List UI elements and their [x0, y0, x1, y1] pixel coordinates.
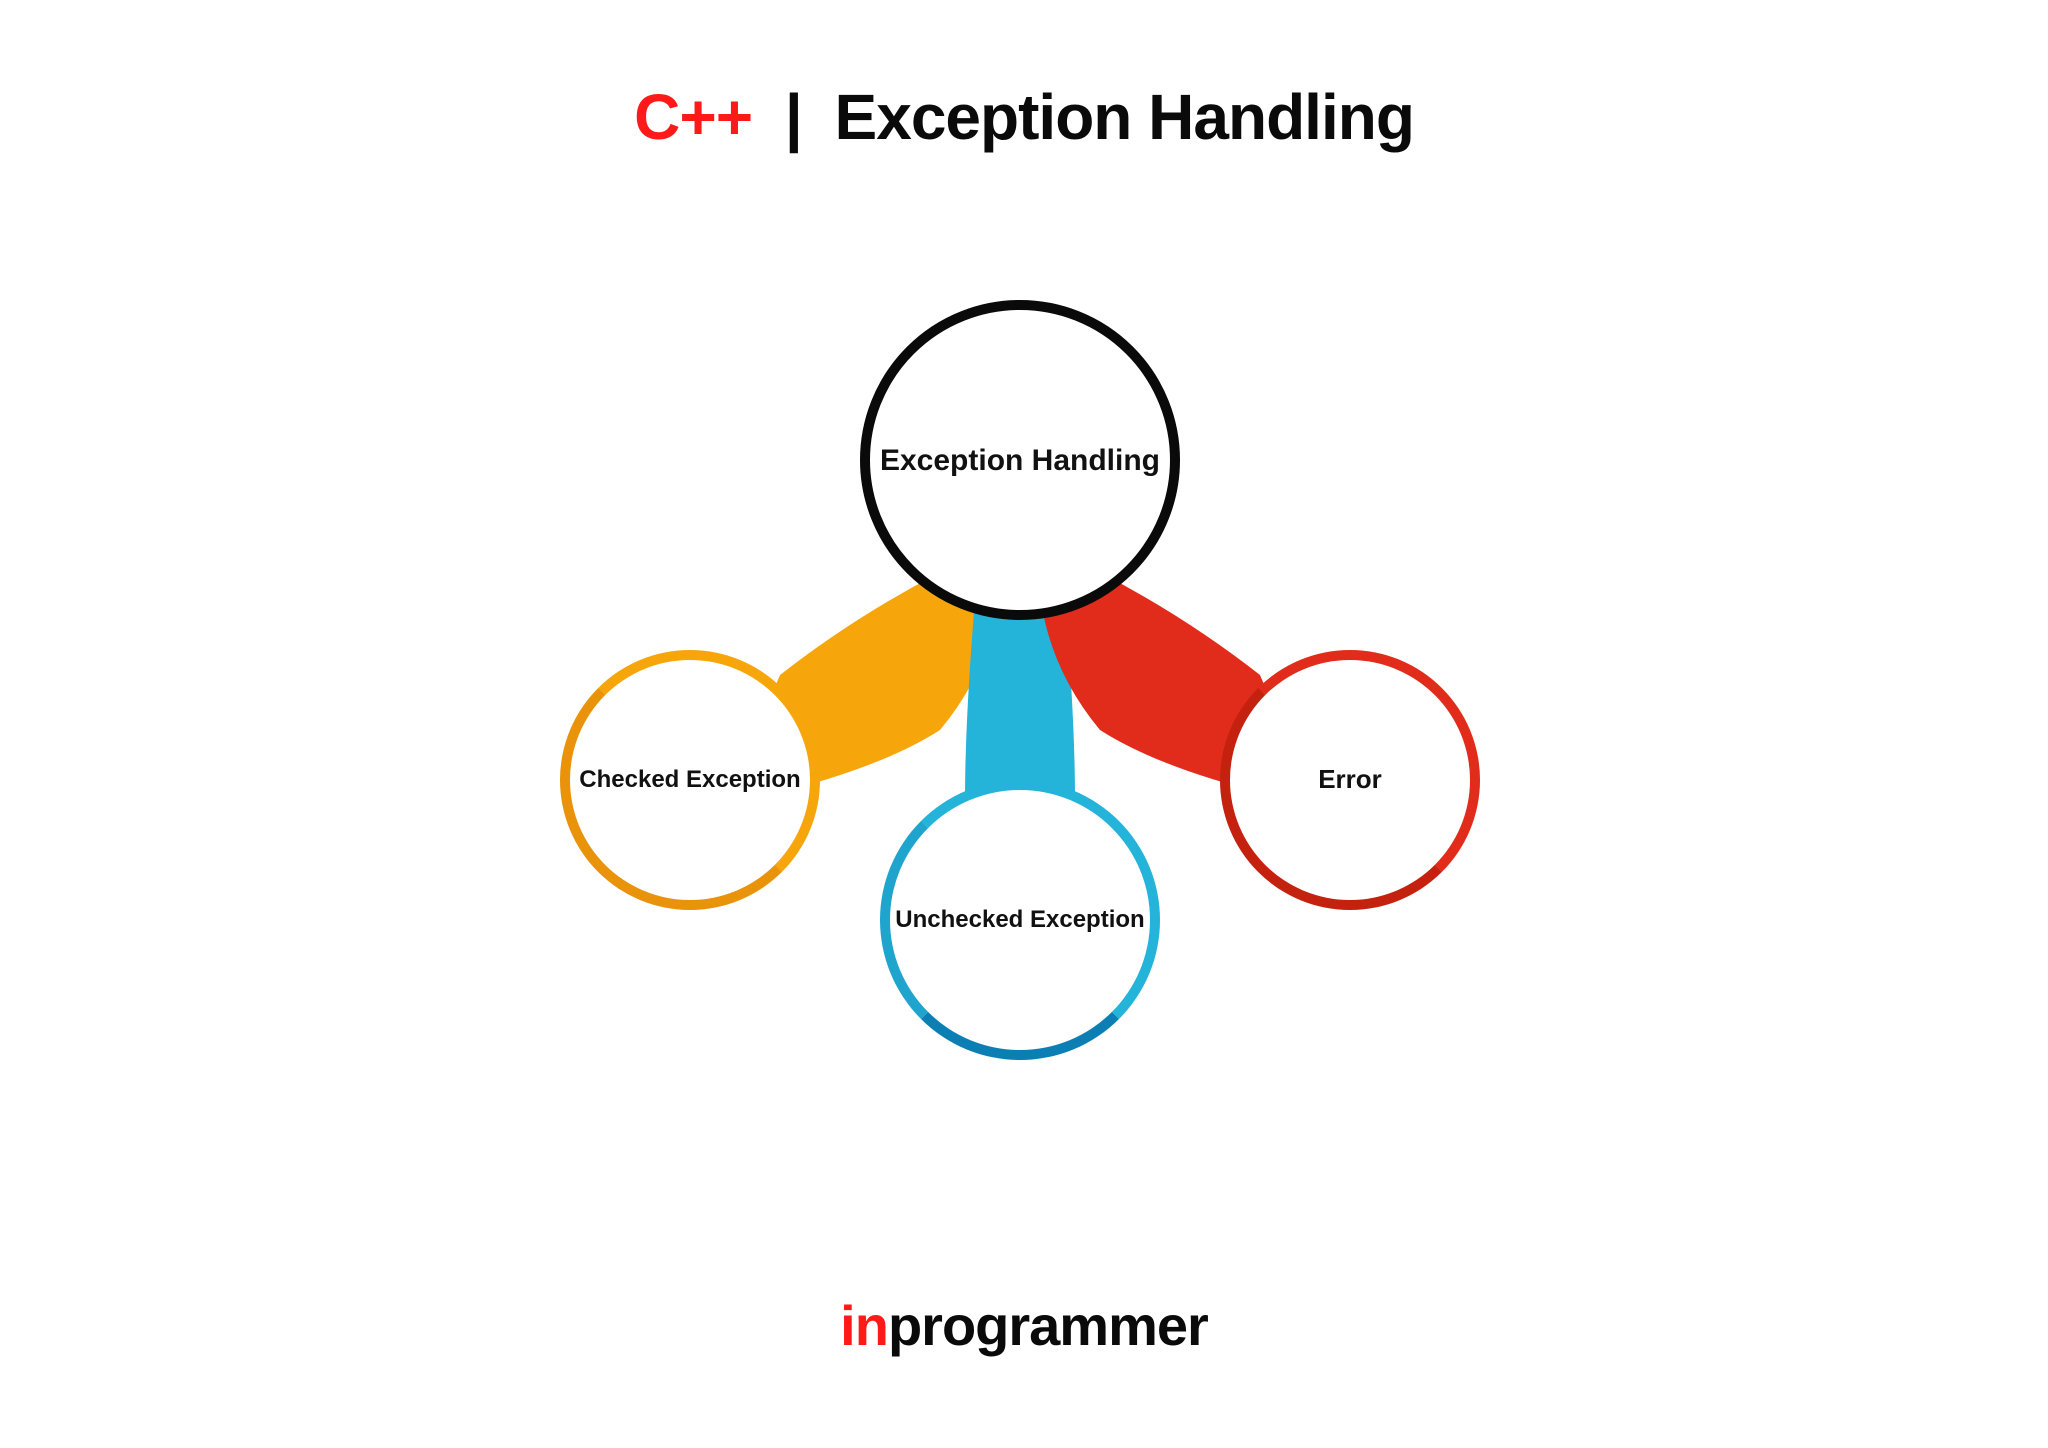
- title-lang: C++: [634, 81, 752, 153]
- node-error: Error: [1220, 650, 1480, 910]
- diagram-stage: Exception Handling Checked Exception Unc…: [520, 300, 1520, 1200]
- title-separator: |: [785, 81, 802, 153]
- node-root-label: Exception Handling: [880, 441, 1160, 480]
- node-root: Exception Handling: [860, 300, 1180, 620]
- title-text: Exception Handling: [835, 81, 1414, 153]
- node-unchecked-exception-label: Unchecked Exception: [895, 904, 1144, 935]
- node-checked-exception: Checked Exception: [560, 650, 820, 910]
- node-checked-exception-label: Checked Exception: [579, 764, 800, 795]
- page-title: C++ | Exception Handling: [0, 80, 2048, 154]
- footer-brand: inprogrammer: [0, 1293, 2048, 1358]
- node-error-label: Error: [1318, 763, 1382, 797]
- footer-brand-prefix: in: [840, 1294, 888, 1357]
- footer-brand-rest: programmer: [888, 1294, 1208, 1357]
- node-unchecked-exception: Unchecked Exception: [880, 780, 1160, 1060]
